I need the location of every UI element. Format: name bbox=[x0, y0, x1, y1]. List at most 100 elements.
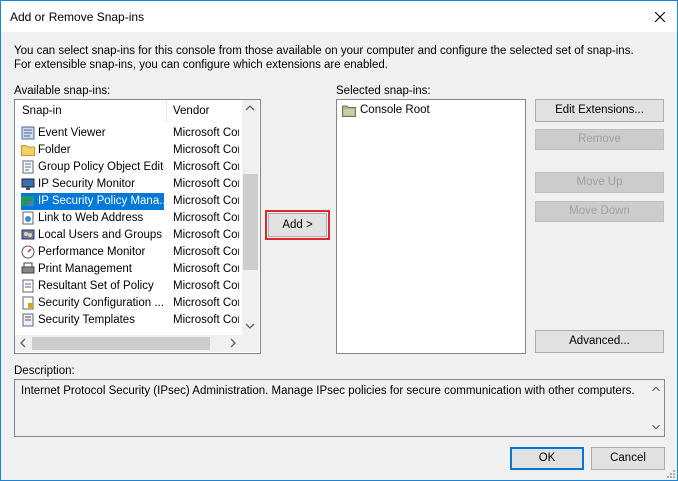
scroll-down-icon[interactable] bbox=[242, 318, 258, 334]
snapin-name: IP Security Policy Mana... bbox=[38, 195, 164, 207]
snapin-name-cell: Event Viewer bbox=[21, 125, 164, 142]
add-button[interactable]: Add > bbox=[268, 213, 327, 237]
desc-scroll-down-icon[interactable] bbox=[649, 420, 663, 434]
ok-button[interactable]: OK bbox=[510, 447, 584, 470]
scroll-corner bbox=[242, 335, 259, 352]
available-snapins-label: Available snap-ins: bbox=[14, 85, 111, 97]
snapin-name-cell: Performance Monitor bbox=[21, 244, 164, 261]
snapin-name: Print Management bbox=[38, 263, 132, 275]
vertical-scroll-thumb[interactable] bbox=[243, 174, 258, 270]
ok-label: OK bbox=[538, 452, 556, 464]
remove-label: Remove bbox=[578, 133, 621, 145]
scroll-up-icon[interactable] bbox=[242, 100, 258, 116]
snapin-name-cell: Resultant Set of Policy bbox=[21, 278, 164, 295]
snapin-vendor: Microsoft Cor... bbox=[173, 263, 239, 275]
list-item[interactable]: Print Management Microsoft Cor... bbox=[15, 261, 239, 278]
snapin-name-cell: Folder bbox=[21, 142, 164, 159]
snapin-vendor: Microsoft Cor... bbox=[173, 161, 239, 173]
snapin-vendor: Microsoft Cor... bbox=[173, 212, 239, 224]
list-header: Snap-in Vendor bbox=[15, 100, 241, 122]
remove-button[interactable]: Remove bbox=[535, 129, 664, 150]
list-item[interactable]: Security Configuration ... Microsoft Cor.… bbox=[15, 295, 239, 312]
snapin-name: IP Security Monitor bbox=[38, 178, 135, 190]
list-item[interactable]: Resultant Set of Policy Microsoft Cor... bbox=[15, 278, 239, 295]
add-remove-snapins-dialog: Add or Remove Snap-ins You can select sn… bbox=[0, 0, 678, 481]
list-item[interactable]: Folder Microsoft Cor... bbox=[15, 142, 239, 159]
folder-icon bbox=[342, 105, 356, 117]
list-item[interactable]: IP Security Monitor Microsoft Cor... bbox=[15, 176, 239, 193]
edit-extensions-button[interactable]: Edit Extensions... bbox=[535, 99, 664, 122]
list-item[interactable]: IP Security Policy Mana... Microsoft Cor.… bbox=[15, 193, 239, 210]
cancel-label: Cancel bbox=[610, 452, 646, 464]
snapin-vendor: Microsoft Cor... bbox=[173, 144, 239, 156]
description-box: Internet Protocol Security (IPsec) Admin… bbox=[14, 379, 665, 437]
performance-monitor-icon bbox=[21, 245, 35, 259]
description-text: Internet Protocol Security (IPsec) Admin… bbox=[21, 385, 635, 397]
snapin-vendor: Microsoft Cor... bbox=[173, 314, 239, 326]
snapin-name: Event Viewer bbox=[38, 127, 106, 139]
list-item[interactable]: Performance Monitor Microsoft Cor... bbox=[15, 244, 239, 261]
scroll-left-icon[interactable] bbox=[15, 335, 31, 351]
snapin-name-cell: Security Templates bbox=[21, 312, 164, 329]
resultant-policy-icon bbox=[22, 279, 34, 293]
list-item[interactable]: Local Users and Groups Microsoft Cor... bbox=[15, 227, 239, 244]
snapin-rows: Event Viewer Microsoft Cor... Folder Micros… bbox=[15, 125, 241, 333]
close-icon bbox=[655, 12, 665, 22]
add-button-label: Add > bbox=[282, 219, 313, 231]
column-separator bbox=[166, 100, 167, 122]
security-config-icon bbox=[22, 296, 34, 310]
close-button[interactable] bbox=[643, 1, 677, 32]
snapin-vendor: Microsoft Cor... bbox=[173, 178, 239, 190]
snapin-name: Group Policy Object Editor bbox=[38, 161, 164, 173]
move-down-label: Move Down bbox=[569, 205, 630, 217]
snapin-vendor: Microsoft Cor... bbox=[173, 280, 239, 292]
snapin-vendor: Microsoft Cor... bbox=[173, 127, 239, 139]
users-groups-icon bbox=[21, 229, 35, 240]
snapin-name: Security Configuration ... bbox=[38, 297, 164, 309]
scroll-right-icon[interactable] bbox=[225, 335, 241, 351]
snapin-name: Resultant Set of Policy bbox=[38, 280, 154, 292]
available-snapins-list[interactable]: Snap-in Vendor Event Viewer Microsoft Cor… bbox=[14, 99, 261, 354]
horizontal-scroll-thumb[interactable] bbox=[32, 337, 210, 350]
vertical-scrollbar[interactable] bbox=[242, 100, 259, 335]
list-item[interactable]: Event Viewer Microsoft Cor... bbox=[15, 125, 239, 142]
web-link-icon bbox=[22, 211, 34, 225]
edit-extensions-label: Edit Extensions... bbox=[555, 104, 644, 116]
advanced-button[interactable]: Advanced... bbox=[535, 330, 664, 353]
list-item[interactable]: Group Policy Object Editor Microsoft Cor.… bbox=[15, 159, 239, 176]
cancel-button[interactable]: Cancel bbox=[591, 447, 665, 470]
snapin-name-cell: Link to Web Address bbox=[21, 210, 164, 227]
snapin-vendor: Microsoft Cor... bbox=[173, 297, 239, 309]
selected-snapins-tree[interactable]: Console Root bbox=[336, 99, 526, 354]
list-item[interactable]: Link to Web Address Microsoft Cor... bbox=[15, 210, 239, 227]
snapin-vendor: Microsoft Cor... bbox=[173, 195, 239, 207]
intro-text: You can select snap-ins for this console… bbox=[14, 45, 634, 71]
column-header-snapin[interactable]: Snap-in bbox=[22, 100, 62, 122]
snapin-name-cell: Print Management bbox=[21, 261, 164, 278]
move-up-button[interactable]: Move Up bbox=[535, 172, 664, 193]
ip-security-policy-icon bbox=[21, 196, 34, 207]
snapin-name: Local Users and Groups bbox=[38, 229, 163, 241]
console-root-label: Console Root bbox=[360, 104, 430, 116]
group-policy-icon bbox=[22, 160, 34, 174]
move-up-label: Move Up bbox=[576, 176, 623, 188]
snapin-name: Link to Web Address bbox=[38, 212, 144, 224]
description-label: Description: bbox=[14, 365, 75, 377]
event-viewer-icon bbox=[21, 126, 35, 140]
move-down-button[interactable]: Move Down bbox=[535, 201, 664, 222]
print-management-icon bbox=[21, 262, 35, 274]
snapin-name: Folder bbox=[38, 144, 71, 156]
window-title: Add or Remove Snap-ins bbox=[10, 10, 145, 24]
snapin-name-cell: IP Security Monitor bbox=[21, 176, 164, 193]
horizontal-scrollbar[interactable] bbox=[15, 335, 242, 352]
list-item[interactable]: Security Templates Microsoft Cor... bbox=[15, 312, 239, 329]
snapin-name-cell: Security Configuration ... bbox=[21, 295, 164, 312]
column-header-vendor[interactable]: Vendor bbox=[173, 100, 209, 122]
snapin-vendor: Microsoft Cor... bbox=[173, 229, 239, 241]
selected-snapins-label: Selected snap-ins: bbox=[336, 85, 431, 97]
desc-scroll-up-icon[interactable] bbox=[649, 382, 663, 396]
resize-grip-icon[interactable] bbox=[665, 468, 675, 478]
advanced-label: Advanced... bbox=[569, 335, 630, 347]
security-templates-icon bbox=[22, 313, 34, 327]
snapin-name-cell: IP Security Policy Mana... bbox=[21, 193, 164, 210]
